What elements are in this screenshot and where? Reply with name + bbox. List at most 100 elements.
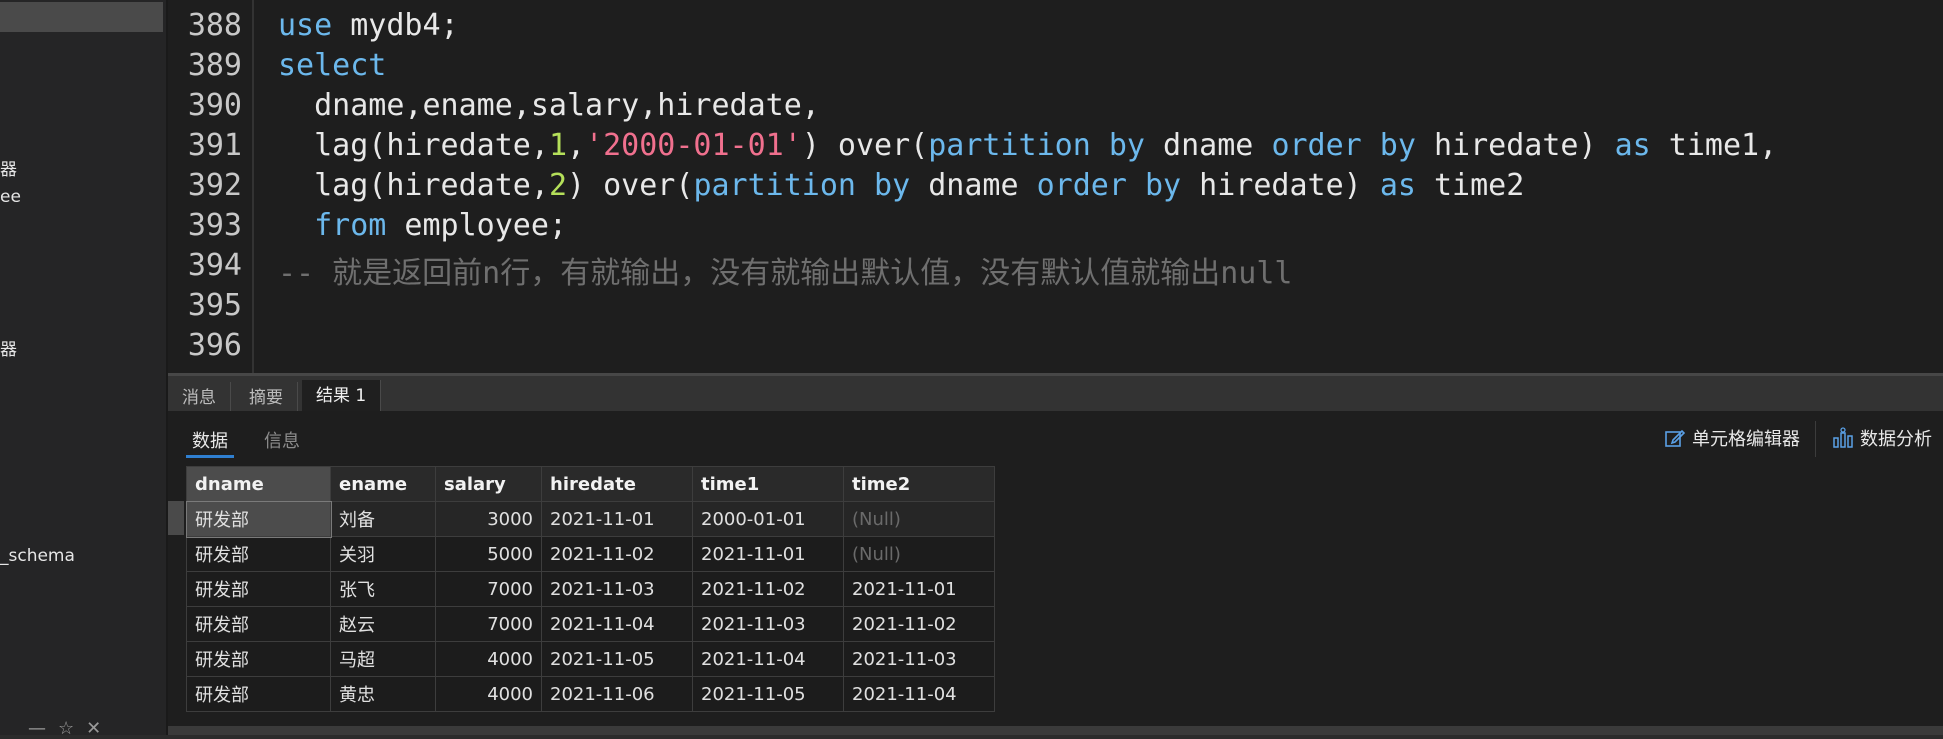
table-row[interactable]: 研发部 关羽 5000 2021-11-02 2021-11-01 (Null) [186,536,995,572]
sql-string: '2000-01-01' [585,128,802,163]
cell-hiredate[interactable]: 2021-11-05 [541,641,693,677]
column-header-time1[interactable]: time1 [692,466,844,502]
sql-text: dname [910,168,1037,203]
sql-text: ) over( [567,168,694,203]
cell-time1[interactable]: 2021-11-02 [692,571,844,607]
cell-ename[interactable]: 刘备 [330,501,436,537]
sql-keyword: as [1614,128,1651,163]
sql-keyword: use [278,8,333,43]
cell-editor-button[interactable]: 单元格编辑器 [1664,425,1800,451]
line-number: 391 [187,128,242,163]
sql-keyword: from [314,208,387,243]
sidebar-selected-item[interactable] [0,2,163,32]
code-line[interactable]: lag(hiredate,1,'2000-01-01') over(partit… [278,128,1777,163]
cell-dname[interactable]: 研发部 [186,571,331,607]
table-row[interactable]: 研发部 张飞 7000 2021-11-03 2021-11-02 2021-1… [186,571,995,607]
cell-time1[interactable]: 2021-11-01 [692,536,844,572]
sidebar-item-fragment[interactable]: ee [0,187,21,207]
code-line[interactable]: select [278,48,386,83]
subtab-info[interactable]: 信息 [264,427,300,453]
sql-editor[interactable]: 388 389 390 391 392 393 394 395 396 use mydb4; se… [168,0,1943,373]
code-line[interactable]: lag(hiredate,2) over(partition by dname … [278,168,1524,203]
sql-text: employee; [386,208,567,243]
cell-hiredate[interactable]: 2021-11-06 [541,676,693,712]
result-grid[interactable]: dname ename salary hiredate time1 time2 … [185,466,995,712]
cell-dname[interactable]: 研发部 [186,676,331,712]
cell-hiredate[interactable]: 2021-11-02 [541,536,693,572]
subtab-data[interactable]: 数据 [192,427,228,453]
sidebar-item-fragment[interactable]: 器 [0,155,17,180]
tab-messages[interactable]: 消息 [168,382,231,414]
cell-hiredate[interactable]: 2021-11-04 [541,606,693,642]
cell-time1[interactable]: 2000-01-01 [692,501,844,537]
line-number: 389 [187,48,242,83]
column-header-time2[interactable]: time2 [843,466,995,502]
table-row[interactable]: 研发部 马超 4000 2021-11-05 2021-11-04 2021-1… [186,641,995,677]
cell-hiredate[interactable]: 2021-11-01 [541,501,693,537]
column-header-salary[interactable]: salary [435,466,542,502]
results-panel: 数据 信息 单元格编辑器 数据分析 dname ename salary hir… [168,411,1943,735]
code-line[interactable]: dname,ename,salary,hiredate, [278,88,820,123]
cell-editor-label: 单元格编辑器 [1692,429,1800,450]
line-number: 393 [187,208,242,243]
column-header-ename[interactable]: ename [330,466,436,502]
sql-text: ) over( [801,128,929,163]
cell-time2[interactable]: 2021-11-01 [843,571,995,607]
cell-salary[interactable]: 4000 [435,641,542,677]
data-analysis-button[interactable]: 数据分析 [1832,425,1932,451]
cell-ename[interactable]: 赵云 [330,606,436,642]
cell-time1[interactable]: 2021-11-03 [692,606,844,642]
cell-time2[interactable]: 2021-11-04 [843,676,995,712]
column-header-hiredate[interactable]: hiredate [541,466,693,502]
cell-time2[interactable]: 2021-11-03 [843,641,995,677]
cell-salary[interactable]: 4000 [435,676,542,712]
toolbar-separator [1815,421,1816,457]
cell-ename[interactable]: 黄忠 [330,676,436,712]
sidebar-footer: —☆✕ [28,718,113,739]
cell-salary[interactable]: 7000 [435,606,542,642]
cell-time2[interactable]: 2021-11-02 [843,606,995,642]
cell-ename[interactable]: 马超 [330,641,436,677]
row-indicator-current[interactable] [168,501,184,535]
horizontal-scrollbar[interactable] [168,726,1943,735]
table-row[interactable]: 研发部 赵云 7000 2021-11-04 2021-11-03 2021-1… [186,606,995,642]
sql-text: dname,ename,salary,hiredate, [278,88,820,123]
cell-time2[interactable]: (Null) [843,536,995,572]
sidebar-item-fragment[interactable]: 器 [0,335,17,360]
sql-text: dname [1145,128,1272,163]
tab-result-1[interactable]: 结果 1 [302,380,382,414]
line-number: 388 [187,8,242,43]
cell-dname[interactable]: 研发部 [186,606,331,642]
cell-time2[interactable]: (Null) [843,501,995,537]
code-line[interactable]: use mydb4; [278,8,459,43]
cell-ename[interactable]: 张飞 [330,571,436,607]
table-row[interactable]: 研发部 黄忠 4000 2021-11-06 2021-11-05 2021-1… [186,676,995,712]
edit-icon [1664,427,1686,449]
data-analysis-label: 数据分析 [1860,429,1932,450]
cell-salary[interactable]: 3000 [435,501,542,537]
cell-time1[interactable]: 2021-11-04 [692,641,844,677]
cell-salary[interactable]: 7000 [435,571,542,607]
cell-salary[interactable]: 5000 [435,536,542,572]
column-header-dname[interactable]: dname [186,466,331,502]
minus-icon[interactable]: — [28,718,58,739]
sql-keyword: partition by [928,128,1145,163]
cell-dname[interactable]: 研发部 [186,641,331,677]
table-row[interactable]: 研发部 刘备 3000 2021-11-01 2000-01-01 (Null) [185,500,995,538]
sidebar-item-schema[interactable]: _schema [0,546,75,566]
cell-ename[interactable]: 关羽 [330,536,436,572]
code-line[interactable]: -- 就是返回前n行，有就输出，没有就输出默认值，没有默认值就输出null [278,248,1293,292]
close-icon[interactable]: ✕ [86,718,113,739]
cell-dname[interactable]: 研发部 [186,536,331,572]
line-number: 390 [187,88,242,123]
sql-text: hiredate) [1415,128,1615,163]
cell-hiredate[interactable]: 2021-11-03 [541,571,693,607]
line-number: 396 [187,328,242,363]
line-number: 395 [187,288,242,323]
code-line[interactable]: from employee; [278,208,567,243]
star-icon[interactable]: ☆ [58,718,86,739]
cell-time1[interactable]: 2021-11-05 [692,676,844,712]
tab-summary[interactable]: 摘要 [235,382,298,414]
cell-dname[interactable]: 研发部 [185,500,332,538]
